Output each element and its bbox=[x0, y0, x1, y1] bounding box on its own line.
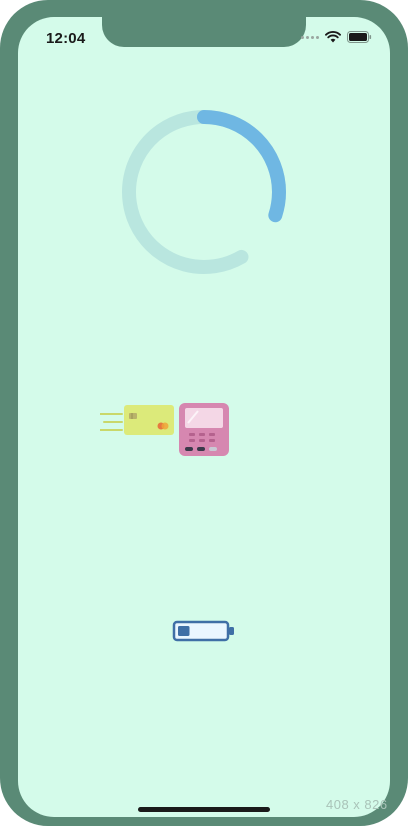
device-frame: 12:04 408 x 826 bbox=[0, 0, 408, 826]
loading-progress-ring bbox=[122, 110, 286, 274]
payment-terminal-icon bbox=[179, 403, 229, 456]
card-payment-illustration bbox=[100, 403, 229, 456]
home-indicator[interactable] bbox=[138, 807, 270, 812]
signal-dots-icon bbox=[301, 35, 319, 39]
device-notch bbox=[102, 17, 306, 47]
credit-card-icon bbox=[100, 405, 174, 435]
wifi-icon bbox=[325, 31, 341, 43]
battery-full-icon bbox=[347, 31, 372, 43]
status-bar-time: 12:04 bbox=[46, 30, 86, 47]
progress-ring-track bbox=[122, 110, 286, 274]
size-watermark: 408 x 826 bbox=[326, 797, 388, 812]
status-bar-icons bbox=[301, 31, 372, 43]
app-screen: 12:04 bbox=[18, 17, 390, 817]
battery-low-icon bbox=[172, 620, 234, 642]
